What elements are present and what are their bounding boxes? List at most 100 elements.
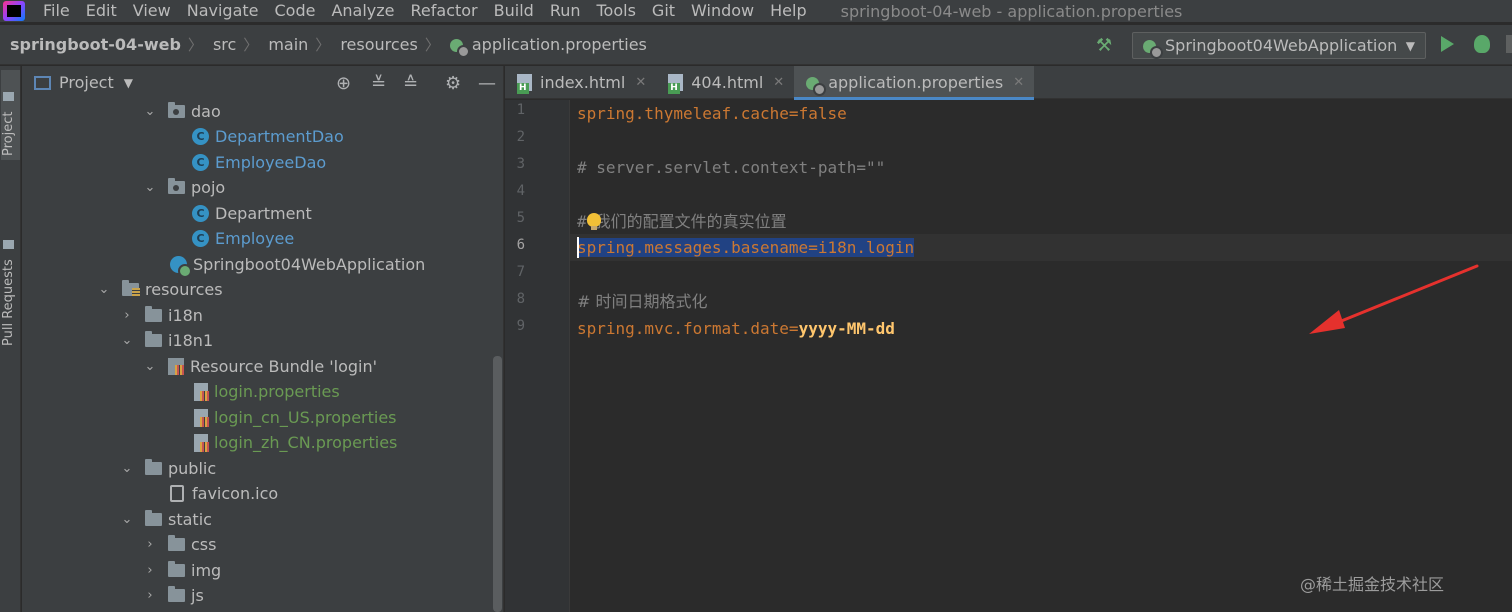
chevron-right-icon[interactable]: › <box>144 537 156 552</box>
fold-gutter-divider <box>569 100 570 612</box>
debug-bug-icon[interactable] <box>1474 35 1490 53</box>
expand-all-icon[interactable]: ≚ <box>371 73 386 94</box>
chevron-down-icon[interactable]: ⌄ <box>144 104 156 119</box>
tree-item-login-cn-us-properties[interactable]: login_cn_US.properties <box>194 405 397 430</box>
tree-item-label: login_zh_CN.properties <box>214 433 398 452</box>
tree-item-i18n[interactable]: › i18n <box>121 303 203 328</box>
class-c-icon: C <box>192 128 209 145</box>
hide-panel-icon[interactable]: — <box>478 73 496 94</box>
menu-code[interactable]: Code <box>267 1 324 21</box>
class-c-icon: C <box>192 154 209 171</box>
menu-view[interactable]: View <box>125 1 179 21</box>
build-hammer-icon[interactable]: ⚒ <box>1096 35 1116 56</box>
chevron-down-icon[interactable]: ⌄ <box>121 461 133 476</box>
comment-text: # 时间日期格式化 <box>577 292 708 311</box>
code-line-8[interactable]: # 时间日期格式化 <box>577 288 708 315</box>
tree-scrollbar[interactable] <box>493 356 502 612</box>
menu-tools[interactable]: Tools <box>589 1 644 21</box>
tree-item-resource-bundle-login[interactable]: ⌄ Resource Bundle 'login' <box>144 354 377 379</box>
tree-item-i18n1[interactable]: ⌄ i18n1 <box>121 328 213 353</box>
tree-item-employeedao[interactable]: C EmployeeDao <box>192 150 326 175</box>
tree-item-css[interactable]: › css <box>144 532 216 557</box>
menu-navigate[interactable]: Navigate <box>179 1 267 21</box>
tree-item-label: css <box>191 535 217 554</box>
code-line-1[interactable]: spring.thymeleaf.cache=false <box>577 100 847 127</box>
locate-target-icon[interactable]: ⊕ <box>336 73 351 94</box>
tree-item-label: resources <box>145 280 223 299</box>
tree-item-img[interactable]: › img <box>144 558 221 583</box>
chevron-right-icon[interactable]: › <box>144 588 156 603</box>
tree-item-springboot04webapplication[interactable]: Springboot04WebApplication <box>170 252 425 278</box>
chevron-right-icon[interactable]: › <box>121 308 133 323</box>
tree-item-employee[interactable]: C Employee <box>192 226 294 251</box>
menu-help[interactable]: Help <box>762 1 814 21</box>
tree-item-js[interactable]: › js <box>144 583 204 608</box>
close-icon[interactable]: ✕ <box>1013 75 1024 90</box>
comment-text: 我们的配置文件的真实位置 <box>594 212 787 231</box>
gear-icon[interactable]: ⚙ <box>445 73 461 94</box>
menu-build[interactable]: Build <box>486 1 542 21</box>
tree-item-login-zh-cn-properties[interactable]: login_zh_CN.properties <box>194 430 397 455</box>
tree-item-dao[interactable]: ⌄ dao <box>144 99 221 124</box>
close-icon[interactable]: ✕ <box>635 75 646 90</box>
collapse-all-icon[interactable]: ≙ <box>403 73 418 94</box>
annotation-arrow <box>1309 264 1479 334</box>
tab-404-html[interactable]: 404.html ✕ <box>656 66 794 99</box>
tree-item-label: favicon.ico <box>192 484 279 503</box>
menu-window[interactable]: Window <box>683 1 762 21</box>
project-view-selector[interactable]: Project <box>59 73 114 92</box>
code-line-6[interactable]: spring.messages.basename=i18n.login <box>577 234 915 261</box>
breadcrumb-separator: 〉 <box>187 36 203 54</box>
run-configuration-select[interactable]: Springboot04WebApplication ▼ <box>1132 32 1426 59</box>
resource-bundle-icon <box>168 358 184 375</box>
tab-index-html[interactable]: index.html ✕ <box>505 66 656 99</box>
menu-analyze[interactable]: Analyze <box>323 1 402 21</box>
code-line-9[interactable]: spring.mvc.format.date=yyyy-MM-dd <box>577 315 895 342</box>
property-key: spring.messages.basename <box>577 238 809 257</box>
chevron-down-icon[interactable]: ⌄ <box>98 282 110 297</box>
property-key: spring.mvc.format.date <box>577 319 789 338</box>
menu-git[interactable]: Git <box>644 1 683 21</box>
chevron-right-icon[interactable]: › <box>144 563 156 578</box>
menu-run[interactable]: Run <box>542 1 589 21</box>
code-line-3[interactable]: # server.servlet.context-path="" <box>577 154 885 181</box>
tool-tab-project[interactable]: Project <box>1 70 20 160</box>
breadcrumb-resources[interactable]: resources <box>330 35 422 54</box>
spring-boot-icon <box>1143 38 1163 59</box>
code-line-5[interactable]: # 我们的配置文件的真实位置 <box>577 208 787 235</box>
close-icon[interactable]: ✕ <box>773 75 784 90</box>
tree-item-login-properties[interactable]: login.properties <box>194 379 340 404</box>
tab-application-properties[interactable]: application.properties ✕ <box>794 66 1035 100</box>
breadcrumb-separator: 〉 <box>315 36 331 54</box>
tree-item-resources[interactable]: ⌄ resources <box>98 277 223 302</box>
tree-item-department[interactable]: C Department <box>192 201 312 226</box>
breadcrumb-src[interactable]: src <box>203 35 240 54</box>
run-play-icon[interactable] <box>1441 36 1454 52</box>
tree-item-favicon[interactable]: favicon.ico <box>170 481 278 506</box>
tree-item-public[interactable]: ⌄ public <box>121 456 216 481</box>
menu-edit[interactable]: Edit <box>78 1 125 21</box>
breadcrumb-file[interactable]: application.properties <box>440 35 651 58</box>
property-value: yyyy-MM-dd <box>798 319 895 338</box>
properties-file-icon <box>194 433 209 452</box>
tree-item-static[interactable]: ⌄ static <box>121 507 212 532</box>
menu-file[interactable]: File <box>35 1 78 21</box>
project-window-icon <box>34 75 51 90</box>
intention-lightbulb-icon[interactable] <box>587 213 601 230</box>
chevron-down-icon[interactable]: ▼ <box>124 76 133 90</box>
chevron-down-icon[interactable]: ⌄ <box>144 359 156 374</box>
html-file-icon <box>668 74 684 94</box>
chevron-down-icon[interactable]: ⌄ <box>144 180 156 195</box>
tree-item-pojo[interactable]: ⌄ pojo <box>144 175 225 200</box>
breadcrumb-main[interactable]: main <box>258 35 312 54</box>
chevron-down-icon[interactable]: ⌄ <box>121 512 133 527</box>
code-editor[interactable]: 1 2 3 4 5 6 7 8 9 spring.thymeleaf.cache… <box>505 100 1512 612</box>
breadcrumb-project[interactable]: springboot-04-web <box>0 35 185 54</box>
menu-refactor[interactable]: Refactor <box>403 1 486 21</box>
stop-icon[interactable] <box>1506 35 1512 53</box>
property-value: i18n.login <box>817 238 915 257</box>
chevron-down-icon[interactable]: ⌄ <box>121 333 133 348</box>
tree-item-departmentdao[interactable]: C DepartmentDao <box>192 124 344 149</box>
tool-tab-pull-requests[interactable]: Pull Requests <box>1 166 20 346</box>
breadcrumb-separator: 〉 <box>424 36 440 54</box>
